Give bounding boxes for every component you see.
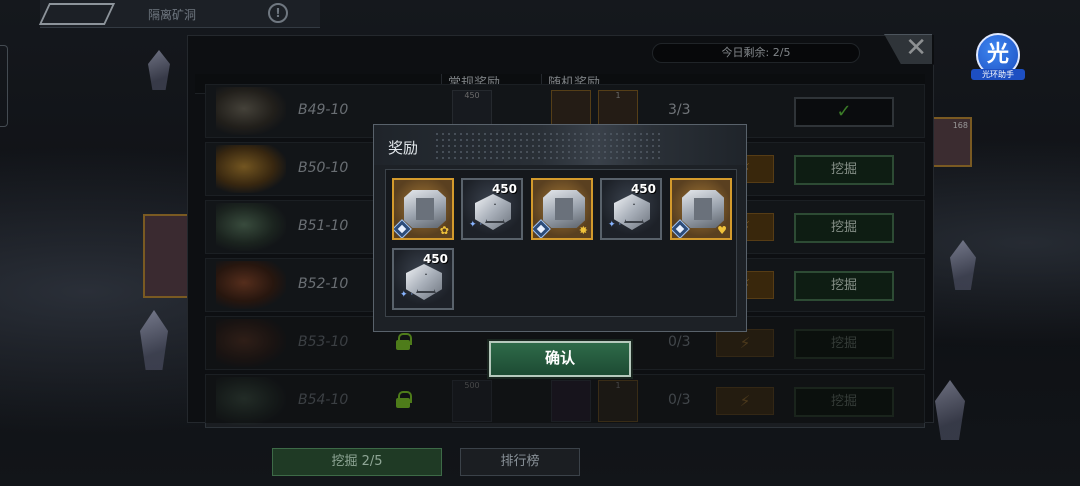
reward-item[interactable]: ✸ bbox=[531, 178, 593, 240]
random-reward-icon[interactable]: 1 bbox=[598, 380, 638, 422]
reward-item[interactable]: ✦ · 450 bbox=[600, 178, 662, 240]
row-name: B54-10 bbox=[298, 392, 349, 408]
boss-portrait bbox=[216, 145, 286, 193]
boss-portrait bbox=[216, 377, 286, 425]
sparkle-icon: ✦ · bbox=[608, 220, 622, 230]
gear-icon bbox=[543, 190, 585, 228]
boss-portrait bbox=[216, 203, 286, 251]
dig-count-button[interactable]: 挖掘 2/5 bbox=[272, 448, 442, 476]
reward-modal: 奖励 ✿ ✦ · 450 ✸ ✦ · 450 ♥ ✦ · 450 bbox=[373, 124, 747, 332]
leaderboard-button[interactable]: 排行榜 bbox=[460, 448, 580, 476]
gear-icon bbox=[404, 190, 446, 228]
reward-grid: ✿ ✦ · 450 ✸ ✦ · 450 ♥ ✦ · 450 bbox=[385, 169, 737, 317]
row-name: B51-10 bbox=[298, 218, 349, 234]
completed-check-icon: ✓ bbox=[794, 97, 894, 127]
boss-portrait bbox=[216, 261, 286, 309]
daily-remaining: 今日剩余: 2/5 bbox=[652, 43, 860, 63]
table-row: B54-10 500 1 0/3 ⚡ 挖掘 bbox=[205, 374, 925, 428]
item-quantity: 450 bbox=[422, 252, 448, 266]
row-count: 0/3 bbox=[668, 392, 691, 408]
side-card bbox=[143, 214, 189, 298]
gear-icon bbox=[682, 190, 724, 228]
dig-button[interactable]: 挖掘 bbox=[794, 213, 894, 243]
row-name: B50-10 bbox=[298, 160, 349, 176]
modal-title: 奖励 bbox=[388, 139, 419, 157]
helper-label: 光环助手 bbox=[971, 69, 1025, 80]
stat-icon: ✸ bbox=[578, 224, 588, 237]
dig-button: 挖掘 bbox=[794, 329, 894, 359]
sparkle-icon: ✦ · bbox=[400, 290, 414, 300]
random-reward-icon[interactable] bbox=[551, 380, 591, 422]
side-card-reward: 168 bbox=[932, 117, 972, 167]
row-name: B52-10 bbox=[298, 276, 349, 292]
reward-item[interactable]: ✿ bbox=[392, 178, 454, 240]
dig-button[interactable]: 挖掘 bbox=[794, 155, 894, 185]
info-icon[interactable]: ! bbox=[268, 3, 288, 23]
stat-icon: ✿ bbox=[439, 224, 449, 237]
header-pattern bbox=[434, 131, 664, 159]
lightning-icon: ⚡ bbox=[716, 329, 774, 357]
sparkle-icon: ✦ · bbox=[469, 220, 483, 230]
reward-item[interactable]: ♥ bbox=[670, 178, 732, 240]
row-count: 3/3 bbox=[668, 102, 691, 118]
dig-button: 挖掘 bbox=[794, 387, 894, 417]
stat-icon: ♥ bbox=[717, 224, 727, 237]
confirm-button[interactable]: 确认 bbox=[489, 341, 631, 377]
lock-icon bbox=[396, 333, 412, 351]
item-quantity: 450 bbox=[630, 182, 656, 196]
regular-reward-icon[interactable]: 500 bbox=[452, 380, 492, 422]
lock-icon bbox=[396, 391, 412, 409]
boss-portrait bbox=[216, 87, 286, 135]
row-name: B49-10 bbox=[298, 102, 349, 118]
back-button[interactable] bbox=[38, 3, 116, 25]
modal-header: 奖励 bbox=[374, 125, 746, 165]
item-quantity: 450 bbox=[491, 182, 517, 196]
dig-button[interactable]: 挖掘 bbox=[794, 271, 894, 301]
location-title: 隔离矿洞 bbox=[148, 8, 197, 22]
lightning-icon: ⚡ bbox=[716, 387, 774, 415]
row-count: 0/3 bbox=[668, 334, 691, 350]
boss-portrait bbox=[216, 319, 286, 367]
row-name: B53-10 bbox=[298, 334, 349, 350]
reward-item[interactable]: ✦ · 450 bbox=[392, 248, 454, 310]
reward-item[interactable]: ✦ · 450 bbox=[461, 178, 523, 240]
helper-badge[interactable]: 光 光环助手 bbox=[971, 33, 1025, 83]
side-drawer-handle[interactable] bbox=[0, 45, 8, 127]
